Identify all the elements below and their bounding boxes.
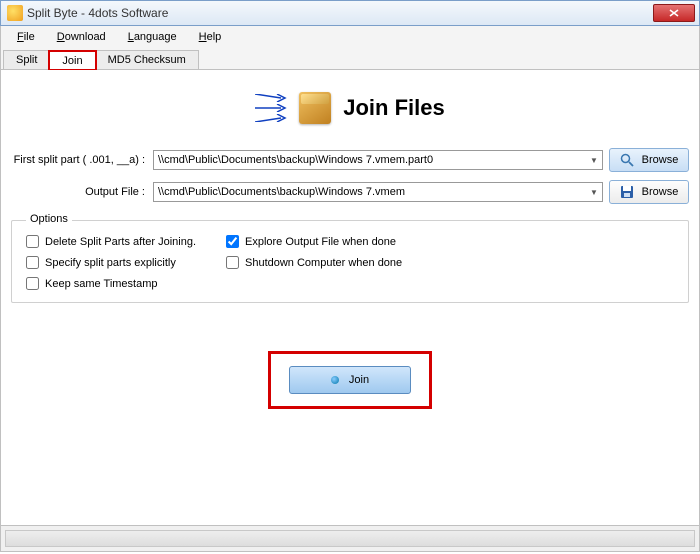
tab-join[interactable]: Join (49, 51, 95, 70)
menu-help[interactable]: Help (189, 29, 232, 45)
menu-download[interactable]: Download (47, 29, 116, 45)
checkbox[interactable] (26, 256, 39, 269)
options-fieldset: Options Delete Split Parts after Joining… (11, 220, 689, 303)
checkbox[interactable] (26, 277, 39, 290)
checkbox[interactable] (226, 235, 239, 248)
first-part-input[interactable] (154, 154, 586, 166)
row-first-part: First split part ( .001, __a) : ▼ Browse (11, 148, 689, 172)
title-bar: Split Byte - 4dots Software (0, 0, 700, 26)
options-legend: Options (26, 213, 72, 225)
chevron-down-icon[interactable]: ▼ (586, 188, 602, 197)
checkbox[interactable] (226, 256, 239, 269)
package-icon (299, 92, 331, 124)
browse-first-button[interactable]: Browse (609, 148, 689, 172)
page-title: Join Files (343, 95, 444, 121)
row-output: Output File : ▼ Browse (11, 180, 689, 204)
tab-split[interactable]: Split (3, 50, 50, 69)
join-highlight-box: Join (268, 351, 432, 409)
output-combo[interactable]: ▼ (153, 182, 603, 202)
tab-strip: Split Join MD5 Checksum (0, 48, 700, 70)
chevron-down-icon[interactable]: ▼ (586, 156, 602, 165)
opt-explore-output[interactable]: Explore Output File when done (226, 235, 446, 248)
checkbox[interactable] (26, 235, 39, 248)
join-icon (331, 376, 339, 384)
close-icon (669, 9, 679, 17)
browse-label: Browse (642, 154, 679, 166)
opt-specify-explicit[interactable]: Specify split parts explicitly (26, 256, 206, 269)
save-icon (620, 185, 634, 199)
content-panel: Join Files First split part ( .001, __a)… (0, 70, 700, 526)
join-label: Join (349, 374, 369, 386)
window-title: Split Byte - 4dots Software (27, 6, 168, 20)
progress-bar (5, 530, 695, 547)
first-part-combo[interactable]: ▼ (153, 150, 603, 170)
close-button[interactable] (653, 4, 695, 22)
output-input[interactable] (154, 186, 586, 198)
join-button[interactable]: Join (289, 366, 411, 394)
opt-delete-parts[interactable]: Delete Split Parts after Joining. (26, 235, 206, 248)
tab-md5[interactable]: MD5 Checksum (95, 50, 199, 69)
menu-language[interactable]: Language (118, 29, 187, 45)
browse-output-button[interactable]: Browse (609, 180, 689, 204)
menu-file[interactable]: File (7, 29, 45, 45)
opt-shutdown[interactable]: Shutdown Computer when done (226, 256, 446, 269)
join-area: Join (11, 351, 689, 409)
status-bar (0, 526, 700, 552)
menu-bar: File Download Language Help (0, 26, 700, 48)
first-part-label: First split part ( .001, __a) : (11, 154, 147, 166)
output-label: Output File : (11, 186, 147, 198)
app-icon (7, 5, 23, 21)
hero: Join Files (11, 92, 689, 124)
opt-keep-timestamp[interactable]: Keep same Timestamp (26, 277, 206, 290)
magnifier-icon (620, 153, 634, 167)
browse-label: Browse (642, 186, 679, 198)
arrows-icon (255, 94, 287, 122)
